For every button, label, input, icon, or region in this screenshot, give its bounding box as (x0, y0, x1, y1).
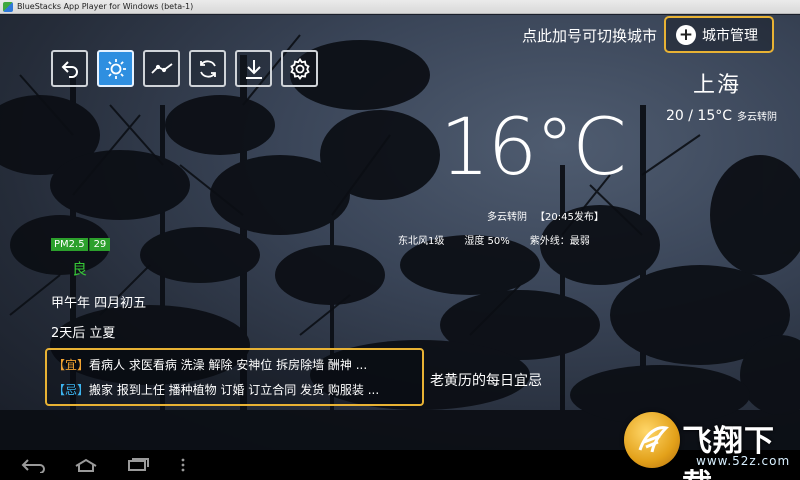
city-name: 上海 (693, 73, 742, 98)
bluestacks-logo-icon (3, 1, 13, 12)
pm25-badge: PM2.5 29 (51, 238, 111, 251)
temperature-range-desc: 多云转阴 (737, 112, 778, 123)
nav-back-button[interactable] (16, 456, 52, 474)
temperature-range: 20 / 15°C 多云转阴 (666, 108, 777, 124)
pm25-label: PM2.5 (51, 238, 88, 251)
gear-icon (289, 57, 310, 80)
weather-details: 东北风1级 湿度 50% 紫外线：最弱 (398, 232, 590, 247)
almanac-ji-row: 【忌】搬家 报到上任 播种植物 订婚 订立合同 发货 购服装 ... (53, 378, 416, 403)
menu-dots-icon (181, 458, 185, 472)
settings-button[interactable] (281, 50, 318, 87)
city-management-label: 城市管理 (702, 27, 758, 44)
lunar-date: 甲午年 四月初五 (51, 296, 147, 311)
city-switch-hint: 点此加号可切换城市 (522, 27, 658, 45)
download-icon (245, 59, 262, 79)
back-button[interactable] (51, 50, 88, 87)
almanac-ji-tag: 【忌】 (53, 383, 90, 397)
almanac-yi-text: 看病人 求医看病 洗澡 解除 安神位 拆房除墙 酬神 ... (89, 358, 368, 372)
refresh-icon (199, 59, 216, 78)
humidity: 湿度 50% (464, 236, 510, 247)
uv-index: 紫外线：最弱 (529, 236, 590, 247)
back-icon (61, 60, 78, 78)
recent-apps-icon (128, 458, 149, 471)
site-watermark: 飞翔下载 www.52z.com (620, 410, 800, 480)
plus-icon: + (676, 24, 696, 45)
weather-screen: 点此加号可切换城市 + 城市管理 上海 20 / 15°C 多云转阴 16°C 多… (0, 15, 800, 450)
solar-term: 2天后 立夏 (51, 326, 116, 341)
sun-icon (105, 58, 126, 79)
back-icon (21, 459, 45, 473)
almanac-yi-row: 【宜】看病人 求医看病 洗澡 解除 安神位 拆房除墙 酬神 ... (53, 353, 416, 378)
pm25-value: 29 (88, 238, 111, 251)
weather-condition-line: 多云转阴 【20:45发布】 (487, 208, 604, 223)
watermark-url: www.52z.com (696, 454, 791, 468)
watermark-title: 飞翔下载 (682, 424, 775, 480)
home-icon (75, 458, 97, 472)
almanac-caption: 老黄历的每日宜忌 (430, 373, 542, 389)
almanac-box[interactable]: 【宜】看病人 求医看病 洗澡 解除 安神位 拆房除墙 酬神 ... 【忌】搬家 … (45, 348, 424, 406)
almanac-ji-text: 搬家 报到上任 播种植物 订婚 订立合同 发货 购服装 ... (89, 383, 380, 397)
window-titlebar: BlueStacks App Player for Windows (beta-… (0, 0, 800, 14)
refresh-button[interactable] (189, 50, 226, 87)
almanac-yi-tag: 【宜】 (53, 358, 90, 372)
weather-toolbar (51, 50, 318, 87)
nav-recent-apps-button[interactable] (120, 456, 156, 474)
nav-menu-button[interactable] (178, 456, 188, 474)
current-temperature: 16°C (440, 103, 627, 193)
feixiang-logo-icon (624, 412, 680, 468)
temperature-range-value: 20 / 15°C (666, 108, 733, 124)
window-title: BlueStacks App Player for Windows (beta-… (17, 2, 194, 11)
wind: 东北风1级 (398, 236, 445, 247)
nav-home-button[interactable] (68, 456, 104, 474)
weather-condition: 多云转阴 (487, 212, 527, 223)
trend-button[interactable] (143, 50, 180, 87)
air-quality: 良 (72, 260, 88, 278)
city-management-button[interactable]: + 城市管理 (664, 16, 774, 53)
download-button[interactable] (235, 50, 272, 87)
trend-chart-icon (150, 62, 173, 74)
publish-time: 【20:45发布】 (535, 212, 604, 223)
current-weather-button[interactable] (97, 50, 134, 87)
